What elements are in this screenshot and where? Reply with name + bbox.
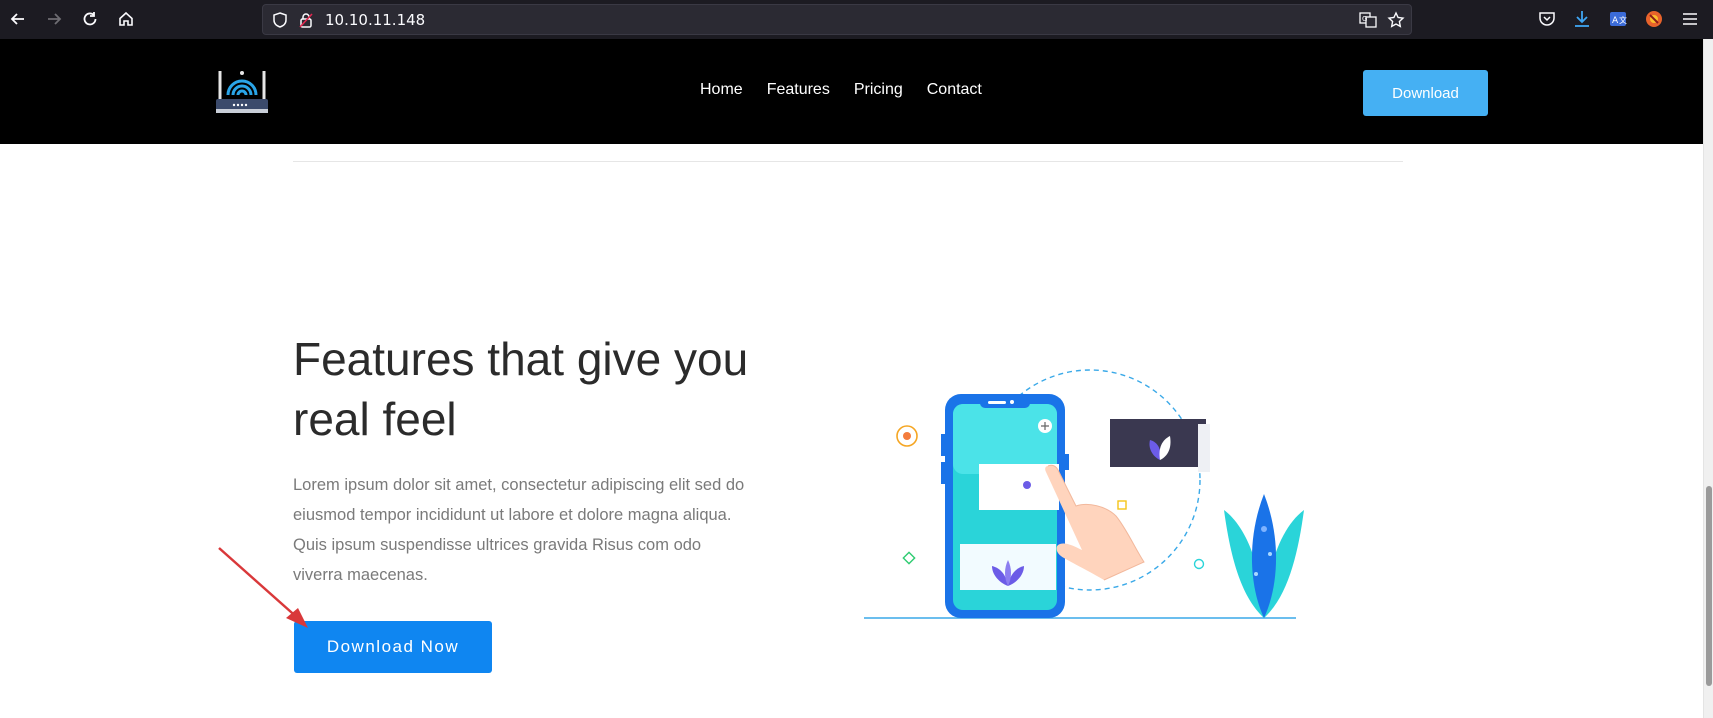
nav-contact[interactable]: Contact [927,81,982,99]
home-icon[interactable] [114,7,138,31]
annotation-arrow-icon [218,547,308,628]
nav-home[interactable]: Home [700,81,743,99]
section-divider [293,161,1403,162]
main-nav: Home Features Pricing Contact [700,81,982,99]
svg-text:A: A [1612,16,1619,26]
back-icon[interactable] [6,7,30,31]
downloads-icon[interactable] [1572,9,1592,29]
url-bar[interactable]: 10.10.11.148 G [262,4,1412,35]
page-scrollbar[interactable] [1703,39,1713,718]
phone-illustration [864,369,1304,619]
scrollbar-thumb[interactable] [1706,486,1712,686]
firefox-account-icon[interactable] [1644,9,1664,29]
shield-icon[interactable] [271,11,289,29]
features-description: Lorem ipsum dolor sit amet, consectetur … [293,476,745,584]
reload-icon[interactable] [78,7,102,31]
svg-text:文: 文 [1619,15,1627,25]
lock-icon[interactable] [297,11,315,29]
forward-icon[interactable] [42,7,66,31]
translate-icon[interactable]: G [1359,11,1377,29]
browser-toolbar: 10.10.11.148 G A文 [0,0,1713,39]
extension-icon[interactable]: A文 [1608,9,1628,29]
star-icon[interactable] [1387,11,1405,29]
menu-icon[interactable] [1680,9,1700,29]
site-header: Home Features Pricing Contact Download [0,39,1703,144]
pocket-icon[interactable] [1537,9,1557,29]
svg-text:G: G [1362,15,1367,23]
nav-pricing[interactable]: Pricing [854,81,903,99]
router-logo-icon[interactable] [214,65,270,117]
nav-features[interactable]: Features [767,81,830,99]
header-download-button[interactable]: Download [1363,70,1488,116]
features-heading: Features that give you real feel [293,333,749,445]
download-now-button[interactable]: Download Now [294,621,492,673]
web-page: Home Features Pricing Contact Download F… [0,39,1703,718]
url-text[interactable]: 10.10.11.148 [325,11,425,29]
